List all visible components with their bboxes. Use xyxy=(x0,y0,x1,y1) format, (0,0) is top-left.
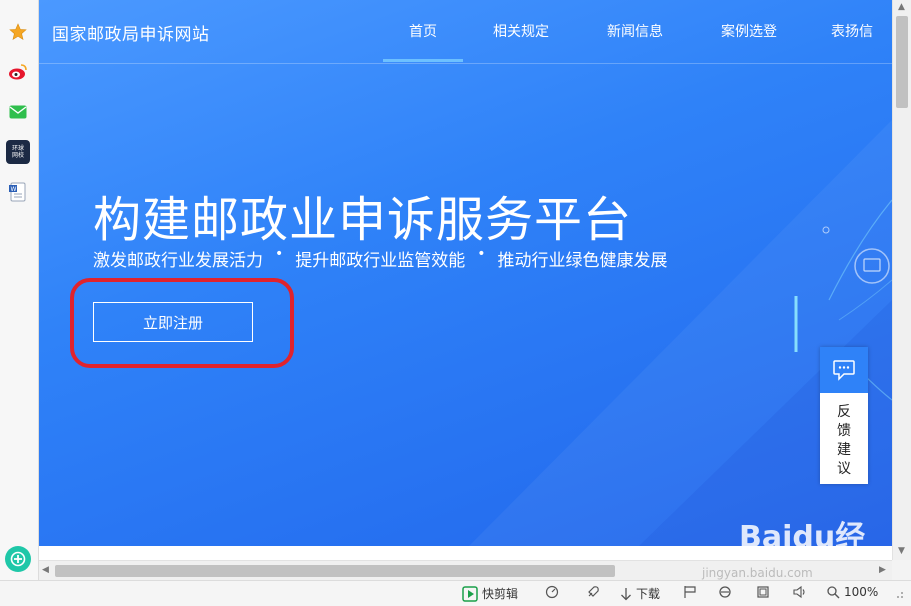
resize-grip-icon[interactable] xyxy=(892,587,904,599)
subtitle-separator: • xyxy=(275,246,284,262)
flag-icon[interactable] xyxy=(683,585,697,599)
hero-headline: 构建邮政业申诉服务平台 xyxy=(93,192,633,248)
vertical-scroll-thumb[interactable] xyxy=(896,16,908,108)
zoom-search-icon xyxy=(827,586,840,599)
subtitle-separator: • xyxy=(477,246,486,262)
hero-decoration xyxy=(469,120,892,546)
quick-clip-button[interactable]: 快剪辑 xyxy=(462,585,518,602)
baidu-watermark-url: jingyan.baidu.com xyxy=(702,566,813,580)
nav-praise-letters[interactable]: 表扬信 xyxy=(827,0,877,62)
page-viewport: 国家邮政局申诉网站 首页 相关规定 新闻信息 案例选登 表扬信 构建邮政业申诉服… xyxy=(39,0,892,560)
scroll-down-arrow-icon[interactable]: ▼ xyxy=(898,546,905,556)
zoom-level: 100% xyxy=(844,585,879,599)
vertical-scrollbar[interactable]: ▲ ▼ xyxy=(892,0,911,560)
feedback-widget[interactable]: 反馈建议 xyxy=(820,347,868,484)
quick-clip-label: 快剪辑 xyxy=(482,587,519,601)
scroll-right-arrow-icon[interactable]: ▶ xyxy=(879,565,886,575)
word-document-icon[interactable]: W xyxy=(6,180,30,204)
speed-dial-icon[interactable] xyxy=(545,585,559,599)
download-label: 下载 xyxy=(636,587,661,601)
svg-text:W: W xyxy=(11,186,17,193)
nav-regulations[interactable]: 相关规定 xyxy=(489,0,553,62)
news-app-icon-text: 环球网校 xyxy=(11,145,24,159)
window-icon[interactable] xyxy=(756,585,770,599)
scroll-up-arrow-icon[interactable]: ▲ xyxy=(898,2,905,12)
horizontal-scroll-thumb[interactable] xyxy=(55,565,615,577)
feedback-label: 反馈建议 xyxy=(837,404,851,477)
favorites-star-icon[interactable] xyxy=(6,20,30,44)
subtitle-item: 激发邮政行业发展活力 xyxy=(93,251,263,271)
browser-sidebar: 环球网校 W xyxy=(0,0,39,580)
weibo-icon[interactable] xyxy=(6,60,30,84)
nav-news[interactable]: 新闻信息 xyxy=(603,0,667,62)
chat-bubble-icon xyxy=(820,347,868,393)
hero-subtitle: 激发邮政行业发展活力 • 提升邮政行业监管效能 • 推动行业绿色健康发展 xyxy=(93,246,668,271)
register-button[interactable]: 立即注册 xyxy=(93,302,253,342)
mail-icon[interactable] xyxy=(6,100,30,124)
plus-circle-icon[interactable] xyxy=(5,546,31,572)
scroll-left-arrow-icon[interactable]: ◀ xyxy=(42,565,49,575)
subtitle-item: 推动行业绿色健康发展 xyxy=(497,251,668,271)
zoom-control[interactable]: 100% xyxy=(826,585,878,599)
download-arrow-icon xyxy=(621,587,631,600)
site-title[interactable]: 国家邮政局申诉网站 xyxy=(52,20,210,45)
nav-divider xyxy=(39,63,892,64)
volume-icon[interactable] xyxy=(792,585,808,599)
status-bar: 快剪辑 下载 100% xyxy=(0,580,911,606)
subtitle-item: 提升邮政行业监管效能 xyxy=(295,251,466,271)
clip-icon xyxy=(462,585,478,602)
ie-browser-icon[interactable] xyxy=(718,585,732,599)
hero-banner: 国家邮政局申诉网站 首页 相关规定 新闻信息 案例选登 表扬信 构建邮政业申诉服… xyxy=(39,0,892,555)
main-nav: 首页 相关规定 新闻信息 案例选登 表扬信 xyxy=(379,0,877,62)
nav-home[interactable]: 首页 xyxy=(383,0,463,62)
download-button[interactable]: 下载 xyxy=(620,585,660,602)
nav-cases[interactable]: 案例选登 xyxy=(717,0,781,62)
news-app-icon[interactable]: 环球网校 xyxy=(6,140,30,164)
rocket-icon[interactable] xyxy=(586,585,600,599)
page-bottom-strip xyxy=(39,546,892,560)
